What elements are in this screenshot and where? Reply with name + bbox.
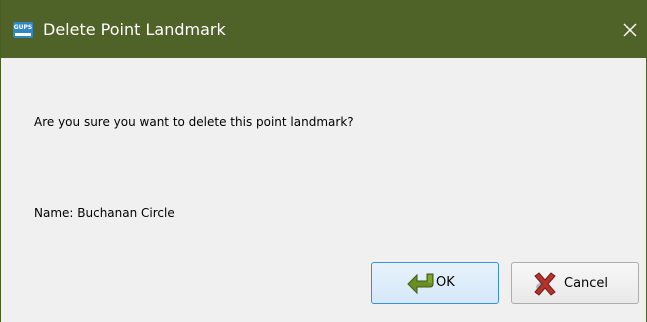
- cancel-label: Cancel: [564, 276, 609, 291]
- cancel-button[interactable]: Cancel: [511, 262, 639, 304]
- landmark-name: Name: Buchanan Circle: [34, 206, 175, 220]
- delete-landmark-dialog: GUPS Delete Point Landmark Are you sure …: [0, 0, 647, 322]
- app-icon-bar: [15, 33, 31, 36]
- close-button[interactable]: [612, 14, 647, 50]
- close-icon: [623, 23, 637, 37]
- confirmation-message: Are you sure you want to delete this poi…: [34, 115, 354, 129]
- title-bar: GUPS Delete Point Landmark: [1, 0, 647, 58]
- ok-label: OK: [436, 275, 455, 290]
- cancel-button-content: Cancel: [512, 263, 638, 303]
- dialog-body: Are you sure you want to delete this poi…: [1, 58, 646, 322]
- app-icon: GUPS: [13, 22, 33, 38]
- green-arrow-icon: [407, 273, 434, 295]
- window-title: Delete Point Landmark: [43, 20, 226, 39]
- red-x-icon: [534, 272, 556, 296]
- ok-button[interactable]: OK: [371, 262, 499, 304]
- ok-button-content: OK: [372, 263, 498, 303]
- app-icon-label: GUPS: [13, 24, 33, 31]
